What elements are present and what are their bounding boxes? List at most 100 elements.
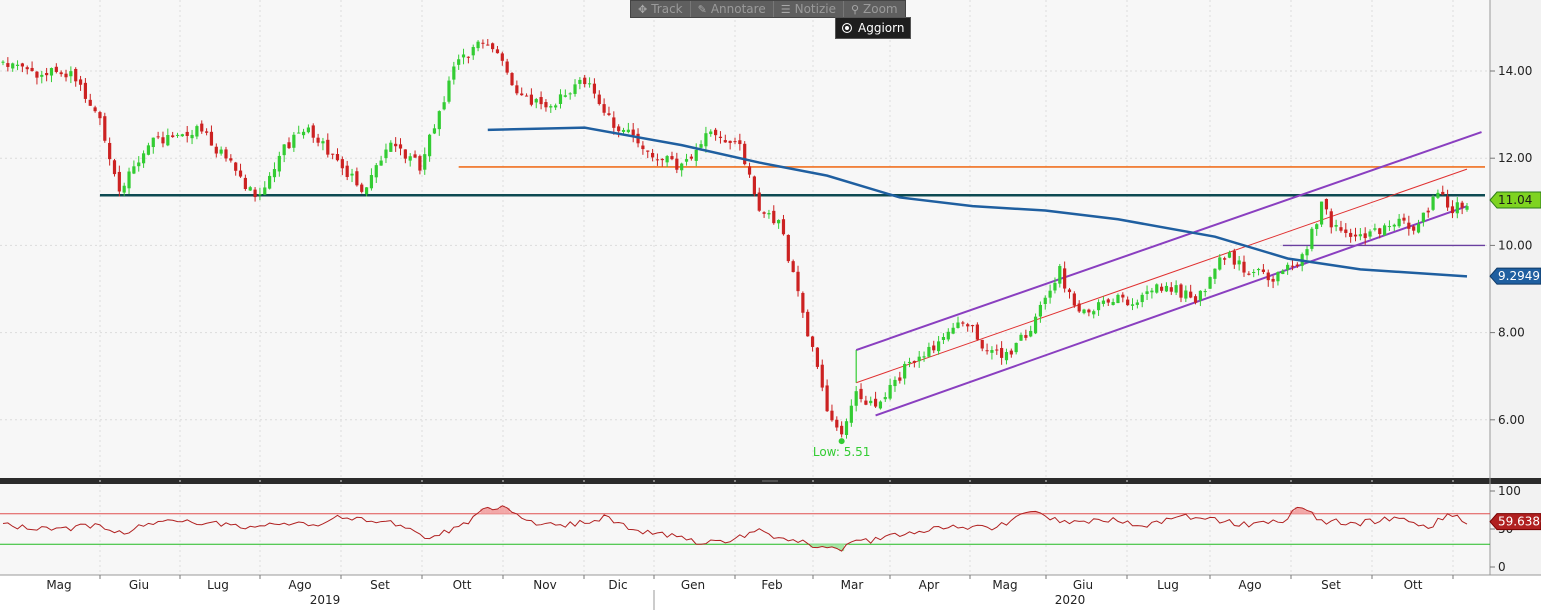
candle-body — [156, 136, 160, 138]
candle-body — [864, 400, 868, 405]
update-button[interactable]: Aggiorn — [835, 17, 912, 39]
candle-body — [747, 166, 752, 175]
candle-body — [209, 131, 214, 146]
annotate-button[interactable]: ✎ Annotare — [691, 1, 774, 17]
candle-body — [1281, 270, 1285, 275]
candle-body — [350, 173, 354, 176]
candle-body — [1358, 234, 1362, 237]
zoom-button[interactable]: ⚲ Zoom — [844, 1, 905, 17]
candle-body — [549, 106, 553, 108]
candle-body — [476, 41, 480, 49]
chart-canvas[interactable]: Mag Giu Lug Ago Set Ott Nov Dic Gen Feb Mar Apr Mag G… — [0, 0, 1541, 610]
candle-body — [432, 128, 437, 134]
candle-body — [970, 325, 975, 327]
candle-body — [631, 129, 635, 136]
month-label: Ott — [453, 578, 472, 592]
candle-body — [171, 135, 175, 138]
candle-body — [1353, 234, 1358, 237]
candle-body — [195, 126, 199, 137]
candle-body — [752, 176, 756, 195]
candle-body — [486, 44, 490, 46]
candle-body — [810, 336, 815, 347]
news-icon: ☰ — [780, 2, 791, 16]
candle-body — [214, 146, 218, 154]
candle-body — [825, 385, 829, 412]
candle-body — [786, 234, 790, 262]
track-button[interactable]: ✥ Track — [631, 1, 691, 17]
candle-body — [718, 136, 723, 138]
candle-body — [520, 93, 524, 96]
candle-body — [1266, 272, 1270, 281]
candle-body — [1247, 273, 1251, 275]
news-button[interactable]: ☰ Notizie — [774, 1, 844, 17]
last-price-label: 11.04 — [1498, 193, 1532, 207]
low-marker — [838, 438, 845, 445]
candle-body — [282, 144, 286, 156]
candle-body — [253, 189, 257, 198]
candle-body — [699, 144, 703, 148]
candle-body — [777, 220, 781, 224]
candle-body — [1290, 265, 1295, 267]
candle-body — [1058, 266, 1062, 284]
chart-toolbar: ✥ Track ✎ Annotare ☰ Notizie ⚲ Zoom — [630, 0, 906, 18]
candle-body — [1203, 291, 1207, 293]
candle-body — [45, 72, 49, 76]
candle-body — [873, 398, 878, 407]
candle-body — [1436, 192, 1440, 198]
price-tick-label: 12.00 — [1498, 151, 1532, 165]
candle-body — [515, 85, 519, 94]
candle-body — [1038, 304, 1043, 317]
candle-body — [534, 99, 538, 103]
candle-body — [733, 141, 737, 143]
candle-body — [491, 43, 495, 50]
candle-body — [951, 327, 955, 334]
candle-body — [311, 125, 315, 138]
candle-body — [815, 347, 820, 367]
candle-body — [1305, 249, 1309, 256]
candle-body — [452, 66, 456, 80]
candle-body — [1446, 196, 1450, 208]
candle-body — [1252, 271, 1256, 273]
candle-body — [1145, 291, 1149, 294]
chart-stage: Mag Giu Lug Ago Set Ott Nov Dic Gen Feb Mar Apr Mag G… — [0, 0, 1541, 610]
candle-body — [1082, 309, 1086, 314]
candle-body — [243, 177, 247, 190]
candle-body — [1009, 350, 1013, 355]
candle-body — [1, 61, 5, 63]
month-label: Lug — [207, 578, 229, 592]
candle-body — [1048, 290, 1052, 298]
candle-body — [1092, 311, 1096, 315]
candle-body — [447, 80, 451, 102]
candle-body — [835, 419, 839, 428]
candle-body — [578, 79, 582, 84]
candle-body — [374, 165, 378, 178]
candle-body — [301, 131, 306, 136]
candle-body — [427, 134, 432, 157]
candle-body — [1164, 285, 1169, 292]
candle-body — [1208, 277, 1212, 289]
candle-body — [558, 94, 563, 104]
candle-body — [1126, 299, 1130, 306]
candle-body — [1087, 309, 1091, 313]
annotate-label: Annotare — [710, 2, 766, 16]
candle-body — [1101, 300, 1106, 304]
month-label: Giu — [1073, 578, 1093, 592]
candle-body — [665, 156, 669, 163]
candle-body — [1053, 282, 1057, 291]
rsi-tick-label: 100 — [1498, 484, 1521, 498]
candle-body — [757, 192, 761, 211]
candle-body — [292, 134, 296, 148]
candle-body — [6, 63, 10, 67]
candle-body — [224, 149, 228, 159]
candle-body — [1043, 297, 1047, 305]
candle-body — [54, 66, 58, 72]
candle-body — [602, 104, 606, 113]
candle-body — [849, 405, 853, 423]
candle-body — [185, 131, 189, 136]
candle-body — [88, 99, 92, 106]
candle-body — [1455, 202, 1459, 214]
candle-body — [796, 271, 800, 292]
candle-body — [306, 127, 311, 133]
candle-body — [680, 163, 684, 171]
candle-body — [461, 54, 466, 58]
